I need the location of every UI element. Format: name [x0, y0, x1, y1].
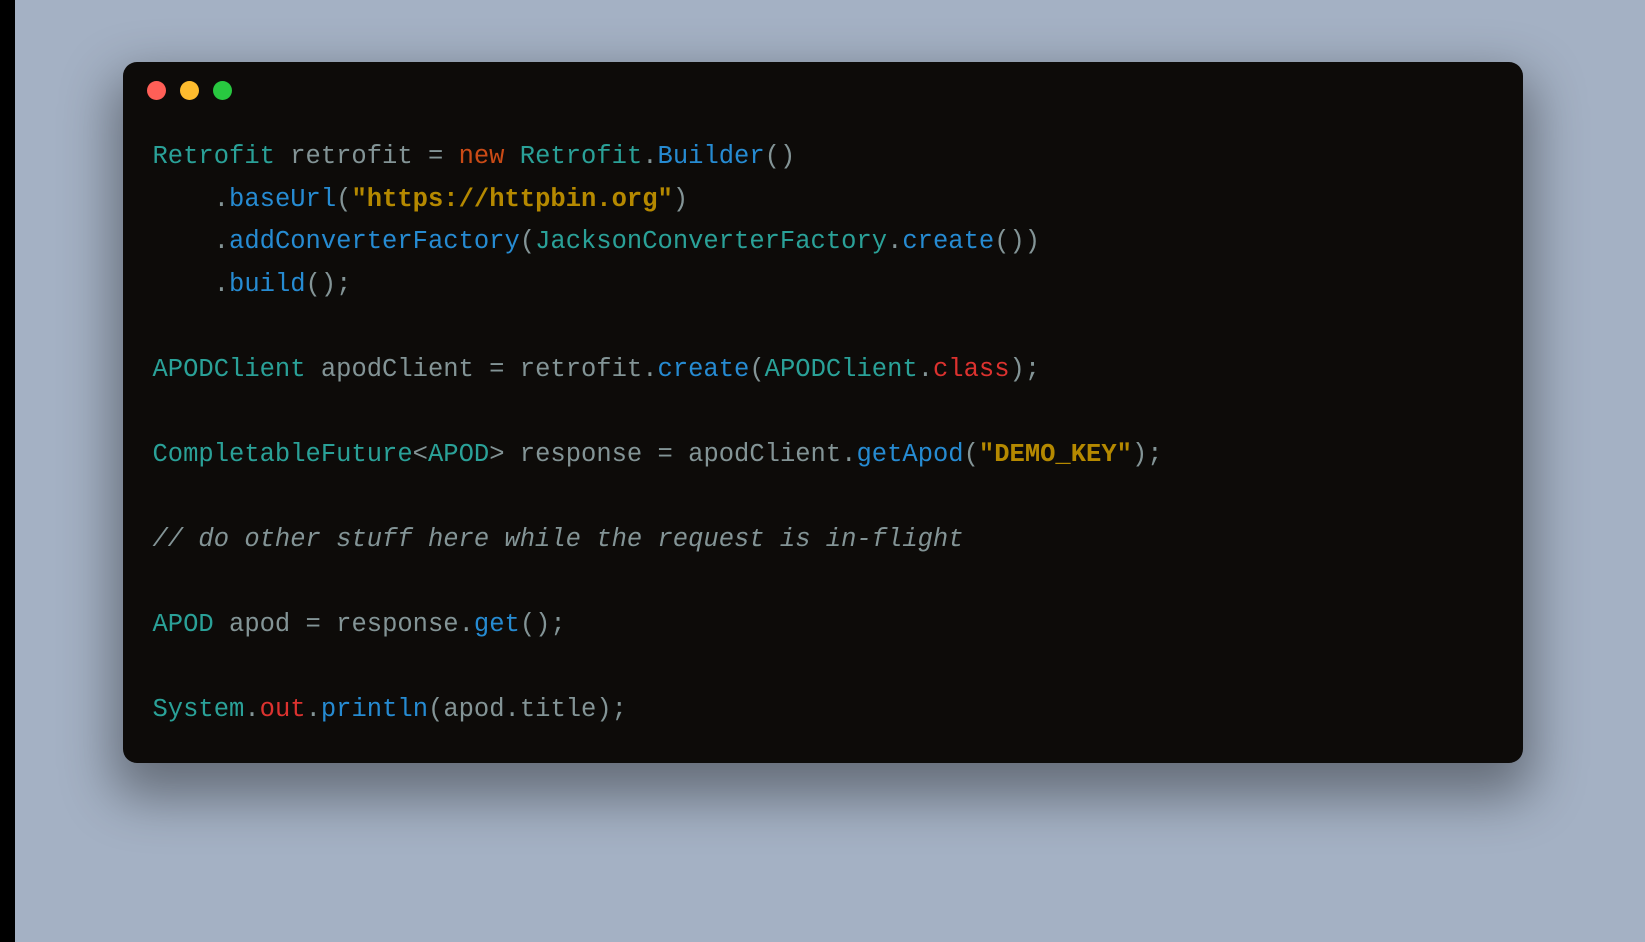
method-token: get [474, 610, 520, 639]
indent [153, 185, 214, 214]
punct-token: . [459, 610, 474, 639]
operator-token: = [306, 610, 337, 639]
class-token: class [933, 355, 1010, 384]
code-line-1: Retrofit retrofit = new Retrofit.Builder… [153, 142, 796, 171]
punct-token: . [918, 355, 933, 384]
method-token: println [321, 695, 428, 724]
method-token: Builder [658, 142, 765, 171]
type-token: APOD [428, 440, 489, 469]
punct-token: < [413, 440, 428, 469]
punct-token: . [505, 695, 520, 724]
punct-token: . [642, 355, 657, 384]
string-token: "https://httpbin.org" [351, 185, 672, 214]
operator-token: = [428, 142, 459, 171]
punct-token: ); [596, 695, 627, 724]
code-block: Retrofit retrofit = new Retrofit.Builder… [123, 118, 1523, 731]
left-page-edge [0, 0, 15, 942]
punct-token: . [642, 142, 657, 171]
punct-token: (); [306, 270, 352, 299]
field-token: out [260, 695, 306, 724]
terminal-window: Retrofit retrofit = new Retrofit.Builder… [123, 62, 1523, 763]
punct-token: ( [749, 355, 764, 384]
type-token: APOD [153, 610, 214, 639]
punct-token: () [765, 142, 796, 171]
punct-token: ( [428, 695, 443, 724]
type-token: Retrofit [153, 142, 275, 171]
window-minimize-button[interactable] [180, 81, 199, 100]
identifier-token: title [520, 695, 597, 724]
code-line-12: APOD apod = response.get(); [153, 610, 566, 639]
identifier-token: apod [443, 695, 504, 724]
code-line-10: // do other stuff here while the request… [153, 525, 964, 554]
keyword-token: new [459, 142, 505, 171]
indent [153, 227, 214, 256]
punct-token: . [841, 440, 856, 469]
identifier-token: retrofit [275, 142, 428, 171]
punct-token: > [489, 440, 504, 469]
method-token: getApod [856, 440, 963, 469]
window-close-button[interactable] [147, 81, 166, 100]
punct-token: ( [964, 440, 979, 469]
type-token: System [153, 695, 245, 724]
punct-token: (); [520, 610, 566, 639]
method-token: baseUrl [229, 185, 336, 214]
punct-token: ( [336, 185, 351, 214]
window-maximize-button[interactable] [213, 81, 232, 100]
identifier-token: apodClient [306, 355, 490, 384]
punct-token: ); [1132, 440, 1163, 469]
identifier-token: apod [214, 610, 306, 639]
code-line-3: .addConverterFactory(JacksonConverterFac… [153, 227, 1041, 256]
method-token: create [658, 355, 750, 384]
method-token: create [902, 227, 994, 256]
identifier-token: response [505, 440, 658, 469]
code-line-14: System.out.println(apod.title); [153, 695, 627, 724]
string-token: "DEMO_KEY" [979, 440, 1132, 469]
operator-token: = [658, 440, 689, 469]
type-token: Retrofit [504, 142, 642, 171]
code-line-2: .baseUrl("https://httpbin.org") [153, 185, 689, 214]
method-token: build [229, 270, 306, 299]
identifier-token: apodClient [688, 440, 841, 469]
identifier-token: retrofit [520, 355, 642, 384]
punct-token: . [887, 227, 902, 256]
punct-token: . [244, 695, 259, 724]
method-token: addConverterFactory [229, 227, 520, 256]
operator-token: = [489, 355, 520, 384]
indent [153, 270, 214, 299]
punct-token: ()) [994, 227, 1040, 256]
code-line-8: CompletableFuture<APOD> response = apodC… [153, 440, 1163, 469]
identifier-token: response [336, 610, 458, 639]
punct-token: ( [520, 227, 535, 256]
punct-token: ) [673, 185, 688, 214]
code-line-6: APODClient apodClient = retrofit.create(… [153, 355, 1041, 384]
punct-token: . [214, 270, 229, 299]
code-line-4: .build(); [153, 270, 352, 299]
punct-token: ); [1010, 355, 1041, 384]
punct-token: . [306, 695, 321, 724]
comment-token: // do other stuff here while the request… [153, 525, 964, 554]
type-token: JacksonConverterFactory [535, 227, 887, 256]
window-titlebar [123, 62, 1523, 118]
type-token: CompletableFuture [153, 440, 413, 469]
punct-token: . [214, 185, 229, 214]
type-token: APODClient [765, 355, 918, 384]
type-token: APODClient [153, 355, 306, 384]
punct-token: . [214, 227, 229, 256]
